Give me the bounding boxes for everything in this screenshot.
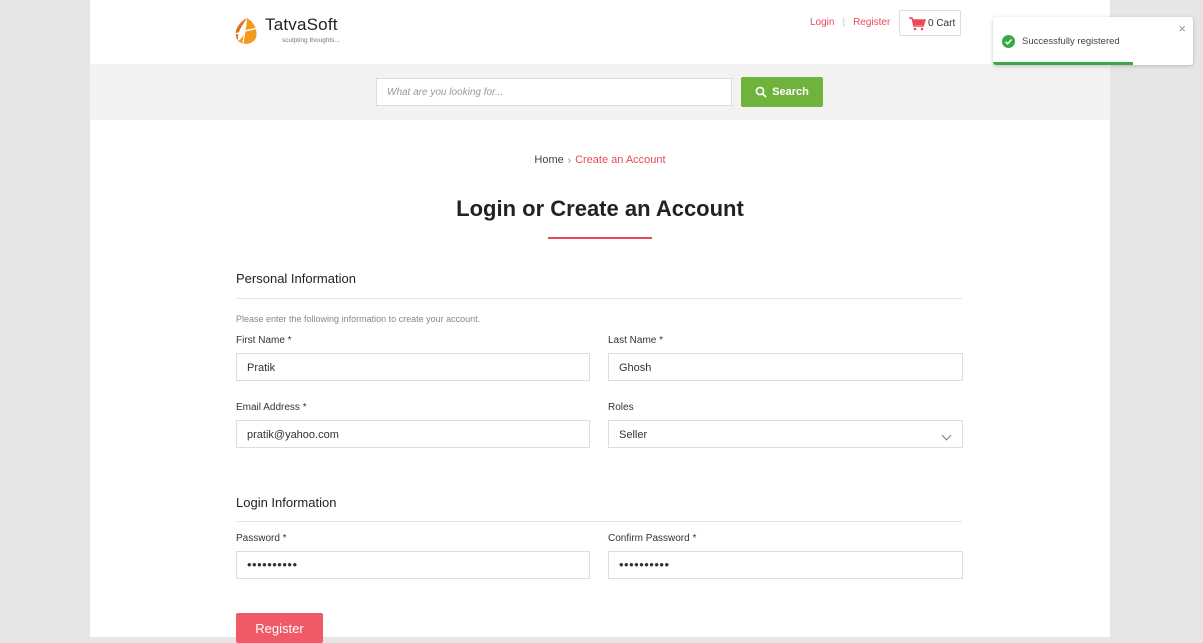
- cart-button[interactable]: 0 Cart: [899, 10, 961, 36]
- breadcrumb-home[interactable]: Home: [534, 154, 563, 166]
- first-name-field[interactable]: Pratik: [236, 353, 590, 381]
- password-label: Password *: [236, 533, 287, 544]
- logo-name: TatvaSoft: [265, 15, 338, 34]
- link-divider: |: [842, 17, 846, 28]
- register-button[interactable]: Register: [236, 613, 323, 643]
- roles-select[interactable]: Seller: [608, 420, 963, 448]
- account-links: Login | Register: [810, 17, 890, 28]
- last-name-field[interactable]: Ghosh: [608, 353, 963, 381]
- divider: [236, 521, 962, 522]
- logo-tagline: sculpting thoughts...: [282, 37, 340, 44]
- email-label: Email Address *: [236, 402, 307, 413]
- cart-label: 0 Cart: [928, 18, 956, 29]
- login-link[interactable]: Login: [810, 17, 834, 28]
- page-container: TatvaSoft sculpting thoughts... Login | Re…: [90, 0, 1110, 643]
- divider: [236, 298, 962, 299]
- last-name-label: Last Name *: [608, 335, 664, 346]
- roles-label: Roles: [608, 402, 634, 413]
- check-circle-icon: [1002, 35, 1015, 48]
- breadcrumb-current: Create an Account: [575, 154, 666, 166]
- first-name-value: Pratik: [247, 362, 276, 374]
- header: TatvaSoft sculpting thoughts... Login | Re…: [90, 0, 1110, 64]
- breadcrumb-separator-icon: ›: [567, 155, 572, 166]
- toast-progress-bar: [993, 62, 1133, 65]
- login-information-heading: Login Information: [236, 495, 337, 510]
- first-name-label: First Name *: [236, 335, 292, 346]
- search-input[interactable]: [376, 78, 732, 106]
- logo[interactable]: TatvaSoft sculpting thoughts...: [234, 14, 374, 50]
- cart-icon: [909, 17, 926, 31]
- logo-icon: [235, 18, 259, 44]
- chevron-down-icon: [941, 430, 952, 441]
- confirm-password-field[interactable]: ••••••••••: [608, 551, 963, 579]
- personal-information-heading: Personal Information: [236, 271, 356, 286]
- confirm-password-mask: ••••••••••: [619, 557, 670, 572]
- password-field[interactable]: ••••••••••: [236, 551, 590, 579]
- search-button[interactable]: Search: [741, 77, 823, 107]
- roles-selected-value: Seller: [619, 429, 648, 441]
- confirm-password-label: Confirm Password *: [608, 533, 697, 544]
- email-field[interactable]: pratik@yahoo.com: [236, 420, 590, 448]
- breadcrumb: Home › Create an Account: [90, 154, 1110, 166]
- close-icon[interactable]: ×: [1178, 22, 1186, 35]
- form-instructions: Please enter the following information t…: [236, 314, 481, 324]
- register-link[interactable]: Register: [853, 17, 890, 28]
- page-title: Login or Create an Account: [456, 196, 744, 221]
- search-bar: Search: [90, 64, 1110, 120]
- email-value: pratik@yahoo.com: [247, 429, 339, 441]
- search-icon: [755, 86, 767, 98]
- success-toast: Successfully registered ×: [993, 17, 1193, 65]
- search-button-label: Search: [772, 86, 809, 98]
- last-name-value: Ghosh: [619, 362, 652, 374]
- password-mask: ••••••••••: [247, 557, 298, 572]
- toast-message: Successfully registered: [1022, 36, 1120, 47]
- title-underline: [548, 237, 652, 239]
